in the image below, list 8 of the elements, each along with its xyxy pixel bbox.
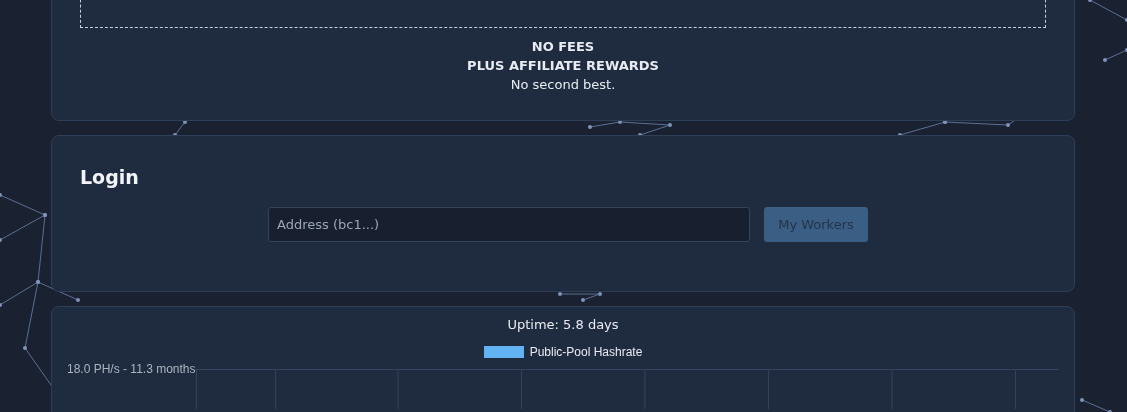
- axis-tick-label: 18.0 PH/s - 11.3 months: [67, 362, 196, 376]
- address-field[interactable]: Address (bc1...): [268, 207, 750, 242]
- uptime-text: Uptime: 5.8 days: [507, 317, 619, 332]
- legend-label: Public-Pool Hashrate: [529, 345, 643, 359]
- login-title: Login: [80, 166, 140, 188]
- tagline: No second best.: [510, 76, 616, 94]
- feature-text: NO FEES: [531, 38, 595, 56]
- feature-text: PLUS AFFILIATE REWARDS: [467, 57, 659, 75]
